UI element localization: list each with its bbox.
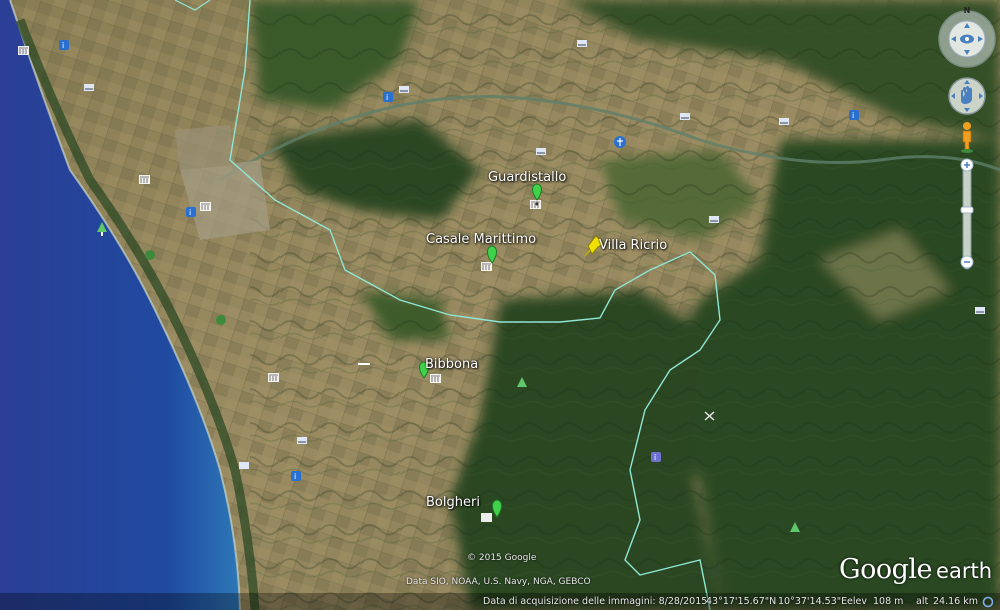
altitude-value: 24.16 km: [933, 596, 978, 607]
museum-icon[interactable]: [200, 202, 211, 211]
museum-icon[interactable]: [481, 262, 492, 271]
elevation-value: 108 m: [873, 596, 904, 607]
hotel-icon[interactable]: [399, 86, 409, 93]
svg-text:i: i: [852, 111, 854, 120]
museum-icon[interactable]: [530, 200, 541, 209]
info-icon[interactable]: i: [186, 207, 196, 217]
pegman-icon[interactable]: [961, 122, 973, 153]
north-indicator[interactable]: N: [964, 6, 971, 15]
hotel-icon[interactable]: [536, 148, 546, 155]
data-attribution: Data SIO, NOAA, U.S. Navy, NGA, GEBCO: [406, 577, 591, 587]
look-joystick[interactable]: [938, 10, 996, 68]
hotel-icon[interactable]: [975, 307, 985, 314]
move-joystick[interactable]: [948, 77, 986, 115]
museum-icon[interactable]: [481, 513, 492, 522]
park-icon[interactable]: [145, 250, 155, 260]
info-icon[interactable]: i: [651, 452, 661, 462]
svg-text:i: i: [386, 93, 388, 102]
logo-google-text: Google: [839, 554, 933, 585]
svg-text:i: i: [654, 453, 656, 462]
elevation-label: elev: [847, 596, 867, 607]
info-icon[interactable]: i: [59, 40, 69, 50]
hill-texture: [250, 0, 1000, 610]
google-earth-logo: Google earth: [839, 554, 992, 585]
altitude-label: alt: [916, 596, 929, 607]
place-label-bolgheri[interactable]: Bolgheri: [426, 495, 480, 510]
hotel-icon[interactable]: [84, 84, 94, 91]
streaming-status-icon: [982, 596, 994, 608]
navigation-controls: N: [938, 6, 996, 270]
hotel-icon[interactable]: [779, 118, 789, 125]
info-icon[interactable]: i: [383, 92, 393, 102]
hotel-icon[interactable]: [577, 40, 587, 47]
longitude-readout: 10°37'14.53"E: [778, 596, 848, 607]
place-label-villa-ricrio[interactable]: Villa Ricrio: [599, 238, 667, 253]
place-label-casale-marittimo[interactable]: Casale Marittimo: [426, 232, 536, 247]
museum-icon[interactable]: [430, 374, 441, 383]
zoom-slider-thumb[interactable]: [960, 206, 974, 214]
church-icon[interactable]: [614, 136, 626, 148]
imagery-date: Data di acquisizione delle immagini: 8/2…: [483, 596, 708, 607]
museum-icon[interactable]: [139, 175, 150, 184]
zoom-slider[interactable]: [960, 158, 974, 270]
hotel-icon[interactable]: [680, 113, 690, 120]
latitude-readout: 43°17'15.67"N: [706, 596, 777, 607]
info-icon[interactable]: i: [849, 110, 859, 120]
status-bar: Data di acquisizione delle immagini: 8/2…: [0, 594, 1000, 610]
place-label-guardistallo[interactable]: Guardistallo: [488, 170, 566, 185]
svg-text:i: i: [294, 472, 296, 481]
info-icon[interactable]: i: [291, 471, 301, 481]
svg-text:i: i: [62, 41, 64, 50]
place-label-bibbona[interactable]: Bibbona: [425, 357, 478, 372]
satellite-map[interactable]: i i i i i i: [0, 0, 1000, 610]
google-copyright: © 2015 Google: [467, 553, 537, 563]
logo-earth-text: earth: [936, 559, 992, 583]
hotel-icon[interactable]: [239, 462, 249, 469]
hotel-icon[interactable]: [297, 437, 307, 444]
museum-icon[interactable]: [18, 46, 29, 55]
svg-text:i: i: [189, 208, 191, 217]
hotel-icon[interactable]: [709, 216, 719, 223]
park-icon[interactable]: [216, 315, 226, 325]
museum-icon[interactable]: [268, 373, 279, 382]
